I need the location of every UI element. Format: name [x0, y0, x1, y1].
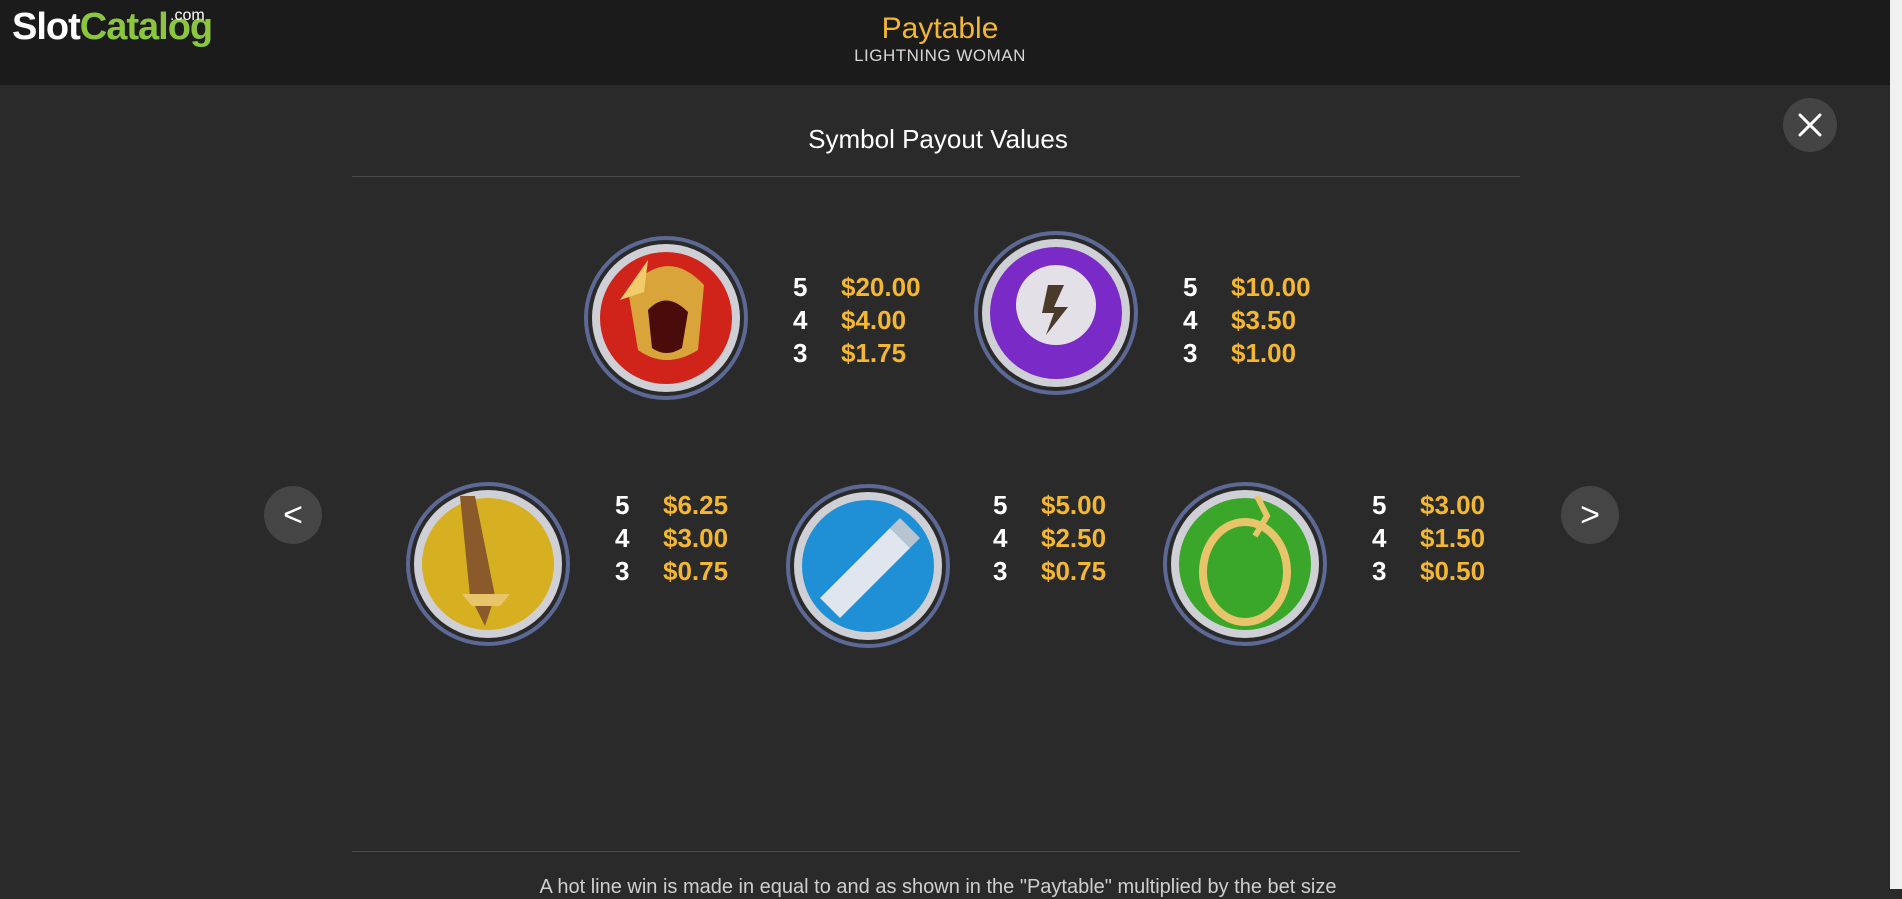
payout-row: 5 $5.00 [993, 489, 1106, 522]
payout-value: $3.50 [1231, 305, 1297, 335]
payout-row: 4 $3.50 [1183, 304, 1311, 337]
payout-value: $0.75 [663, 556, 729, 586]
payout-row: 4 $1.50 [1372, 522, 1485, 555]
payout-row: 5 $20.00 [793, 271, 921, 304]
symbol-emblem [968, 225, 1144, 401]
sword-icon [406, 482, 570, 646]
match-count: 3 [993, 556, 1008, 586]
payouts-sword: 5 $6.25 4 $3.00 3 $0.75 [615, 489, 728, 588]
payout-row: 3 $0.75 [993, 555, 1106, 588]
game-name: LIGHTNING WOMAN [854, 46, 1026, 65]
match-count: 5 [793, 272, 808, 302]
payout-value: $0.75 [1041, 556, 1107, 586]
match-count: 3 [1183, 338, 1198, 368]
payout-value: $0.50 [1420, 556, 1486, 586]
payout-row: 3 $0.75 [615, 555, 728, 588]
match-count: 4 [1183, 305, 1198, 335]
match-count: 3 [615, 556, 630, 586]
prev-page-button[interactable]: < [264, 486, 322, 544]
lasso-icon [1163, 482, 1327, 646]
page-title: Paytable [881, 12, 999, 45]
emblem-icon [974, 231, 1138, 395]
payout-row: 5 $3.00 [1372, 489, 1485, 522]
next-page-button[interactable]: > [1561, 486, 1619, 544]
payout-value: $6.25 [663, 490, 729, 520]
payout-value: $5.00 [1041, 490, 1107, 520]
payout-row: 4 $4.00 [793, 304, 921, 337]
payout-row: 3 $1.00 [1183, 337, 1311, 370]
payout-value: $1.00 [1231, 338, 1297, 368]
match-count: 5 [1183, 272, 1198, 302]
match-count: 4 [993, 523, 1008, 553]
match-count: 3 [793, 338, 808, 368]
payouts-lasso: 5 $3.00 4 $1.50 3 $0.50 [1372, 489, 1485, 588]
payout-row: 4 $2.50 [993, 522, 1106, 555]
payout-row: 5 $10.00 [1183, 271, 1311, 304]
payout-value: $3.00 [1420, 490, 1486, 520]
section-title: Symbol Payout Values [808, 124, 1068, 154]
payout-row: 3 $0.50 [1372, 555, 1485, 588]
payout-value: $10.00 [1231, 272, 1311, 302]
bottom-divider [352, 851, 1520, 852]
payout-value: $4.00 [841, 305, 907, 335]
symbol-helmet [578, 230, 754, 406]
match-count: 5 [1372, 490, 1387, 520]
payouts-helmet: 5 $20.00 4 $4.00 3 $1.75 [793, 271, 921, 370]
match-count: 4 [1372, 523, 1387, 553]
payout-row: 5 $6.25 [615, 489, 728, 522]
payout-row: 3 $1.75 [793, 337, 921, 370]
chevron-right-icon: > [1580, 495, 1600, 534]
match-count: 5 [615, 490, 630, 520]
match-count: 4 [615, 523, 630, 553]
top-divider [352, 176, 1520, 177]
match-count: 3 [1372, 556, 1387, 586]
top-bar: SlotCatalog .com Paytable LIGHTNING WOMA… [0, 0, 1890, 85]
scrollbar[interactable] [1890, 0, 1902, 889]
payout-value: $1.50 [1420, 523, 1486, 553]
payout-row: 4 $3.00 [615, 522, 728, 555]
match-count: 5 [993, 490, 1008, 520]
payout-value: $2.50 [1041, 523, 1107, 553]
payouts-emblem: 5 $10.00 4 $3.50 3 $1.00 [1183, 271, 1311, 370]
symbol-bracer [780, 478, 956, 654]
match-count: 4 [793, 305, 808, 335]
payout-value: $20.00 [841, 272, 921, 302]
helmet-icon [584, 236, 748, 400]
payout-value: $3.00 [663, 523, 729, 553]
payout-value: $1.75 [841, 338, 907, 368]
paytable-description: A hot line win is made in equal to and a… [539, 876, 1337, 898]
chevron-left-icon: < [283, 495, 303, 534]
symbol-sword [400, 476, 576, 652]
bracer-icon [786, 484, 950, 648]
symbol-lasso [1157, 476, 1333, 652]
payouts-bracer: 5 $5.00 4 $2.50 3 $0.75 [993, 489, 1106, 588]
